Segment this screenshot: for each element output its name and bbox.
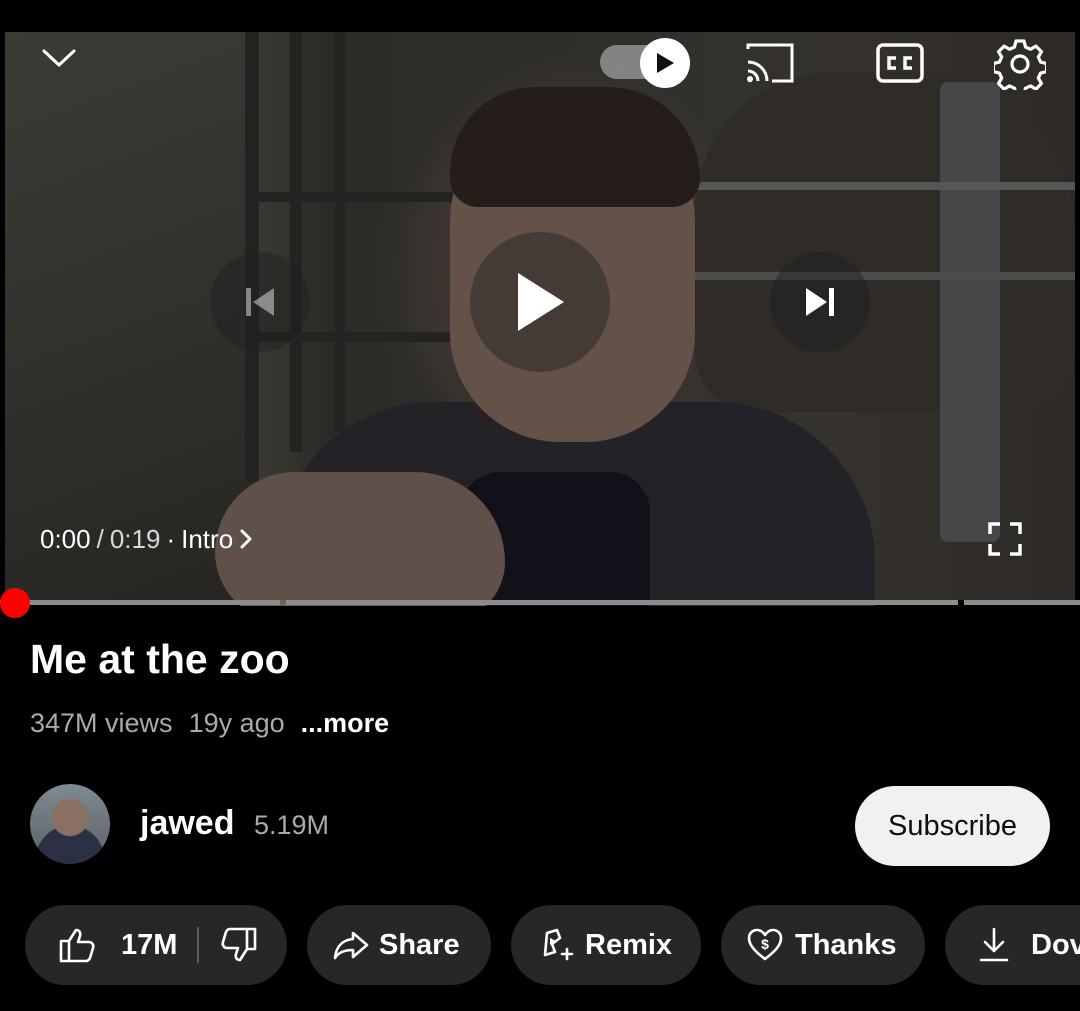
chapter-dot: ·	[166, 523, 176, 554]
progress-chapter-segment	[286, 600, 958, 605]
progress-scrubber[interactable]	[0, 588, 30, 618]
cast-icon[interactable]	[742, 40, 798, 86]
autoplay-toggle-icon[interactable]	[640, 38, 690, 88]
remix-button[interactable]: Remix	[511, 905, 701, 985]
progress-chapter-segment	[964, 600, 1080, 605]
current-time: 0:00	[40, 523, 91, 554]
fullscreen-icon[interactable]	[984, 518, 1026, 560]
time-separator: /	[96, 523, 104, 554]
chapter-label: Intro	[181, 523, 234, 554]
remix-icon	[539, 927, 575, 963]
thanks-button[interactable]: $ Thanks	[721, 905, 925, 985]
subscribe-button[interactable]: Subscribe	[855, 786, 1050, 866]
svg-text:$: $	[761, 936, 769, 952]
video-meta[interactable]: 347M views 19y ago ...more	[30, 708, 389, 739]
channel-name[interactable]: jawed	[140, 804, 234, 843]
gear-icon[interactable]	[992, 36, 1048, 92]
play-icon[interactable]	[470, 232, 610, 372]
video-player[interactable]: 0:00 / 0:19 · Intro	[0, 0, 1080, 606]
view-count: 347M views	[30, 708, 173, 738]
chevron-down-icon[interactable]	[36, 38, 82, 78]
duration: 0:19	[109, 523, 161, 554]
avatar[interactable]	[30, 784, 110, 864]
skip-next-icon[interactable]	[770, 252, 870, 352]
heart-dollar-icon: $	[747, 928, 783, 962]
progress-bar[interactable]	[0, 600, 1080, 605]
download-button[interactable]: Dov	[945, 905, 1080, 985]
like-divider	[197, 927, 200, 963]
thumbs-down-icon[interactable]	[219, 927, 257, 963]
video-title[interactable]: Me at the zoo	[30, 636, 290, 683]
subscriber-count: 5.19M	[254, 810, 330, 840]
chevron-right-icon	[240, 529, 252, 549]
thumbs-up-icon[interactable]	[59, 927, 97, 963]
remix-label: Remix	[585, 928, 673, 961]
time-display: 0:00 / 0:19 · Intro	[40, 522, 253, 556]
action-bar: 17M Share Remix $ Thanks Dov	[25, 905, 1080, 985]
share-arrow-icon	[333, 930, 369, 960]
channel-row: jawed 5.19M Subscribe	[30, 784, 1050, 868]
download-label: Dov	[1031, 928, 1080, 961]
more-description-link[interactable]: ...more	[301, 708, 390, 739]
share-button[interactable]: Share	[307, 905, 491, 985]
download-icon	[979, 927, 1009, 963]
like-count[interactable]: 17M	[121, 929, 177, 962]
upload-age: 19y ago	[188, 708, 285, 738]
progress-chapter-segment	[0, 600, 280, 605]
chapter-button[interactable]: Intro	[181, 524, 253, 555]
share-label: Share	[379, 928, 460, 961]
skip-previous-icon[interactable]	[210, 252, 310, 352]
like-dislike-pill: 17M	[25, 905, 287, 985]
thanks-label: Thanks	[795, 928, 897, 961]
closed-captions-icon[interactable]	[874, 40, 926, 86]
